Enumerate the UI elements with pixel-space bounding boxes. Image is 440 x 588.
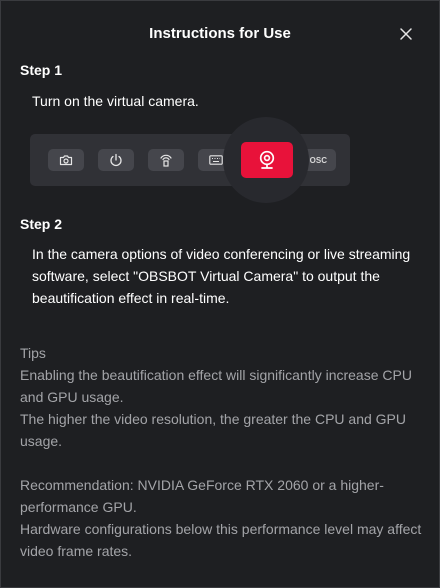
webcam-icon xyxy=(259,150,275,169)
step1-label: Step 1 xyxy=(20,62,63,78)
toolbar-streaming-button xyxy=(148,149,184,171)
keyboard-icon xyxy=(209,155,223,165)
toolbar-power-button xyxy=(98,149,134,171)
dialog-title: Instructions for Use xyxy=(149,25,291,42)
tips-heading: Tips xyxy=(20,345,46,361)
toolbar-camera-button xyxy=(48,149,84,171)
tips-line-2: The higher the video resolution, the gre… xyxy=(20,411,406,449)
close-icon xyxy=(400,28,412,40)
tips-line-1: Enabling the beautification effect will … xyxy=(20,367,412,405)
close-button[interactable] xyxy=(398,26,414,42)
step2-text: In the camera options of video conferenc… xyxy=(32,246,411,306)
streaming-icon xyxy=(160,154,172,167)
camera-icon xyxy=(59,155,73,166)
virtual-camera-button xyxy=(241,142,293,178)
tips-line-3: Recommendation: NVIDIA GeForce RTX 2060 … xyxy=(20,477,384,515)
instructions-dialog: Instructions for Use Step 1 Turn on the … xyxy=(0,0,440,588)
step2-label: Step 2 xyxy=(20,216,63,232)
step1-text: Turn on the virtual camera. xyxy=(32,93,199,109)
power-icon xyxy=(110,153,122,167)
tips-section: Tips Enabling the beautification effect … xyxy=(20,342,430,562)
tips-line-4: Hardware configurations below this perfo… xyxy=(20,521,422,559)
